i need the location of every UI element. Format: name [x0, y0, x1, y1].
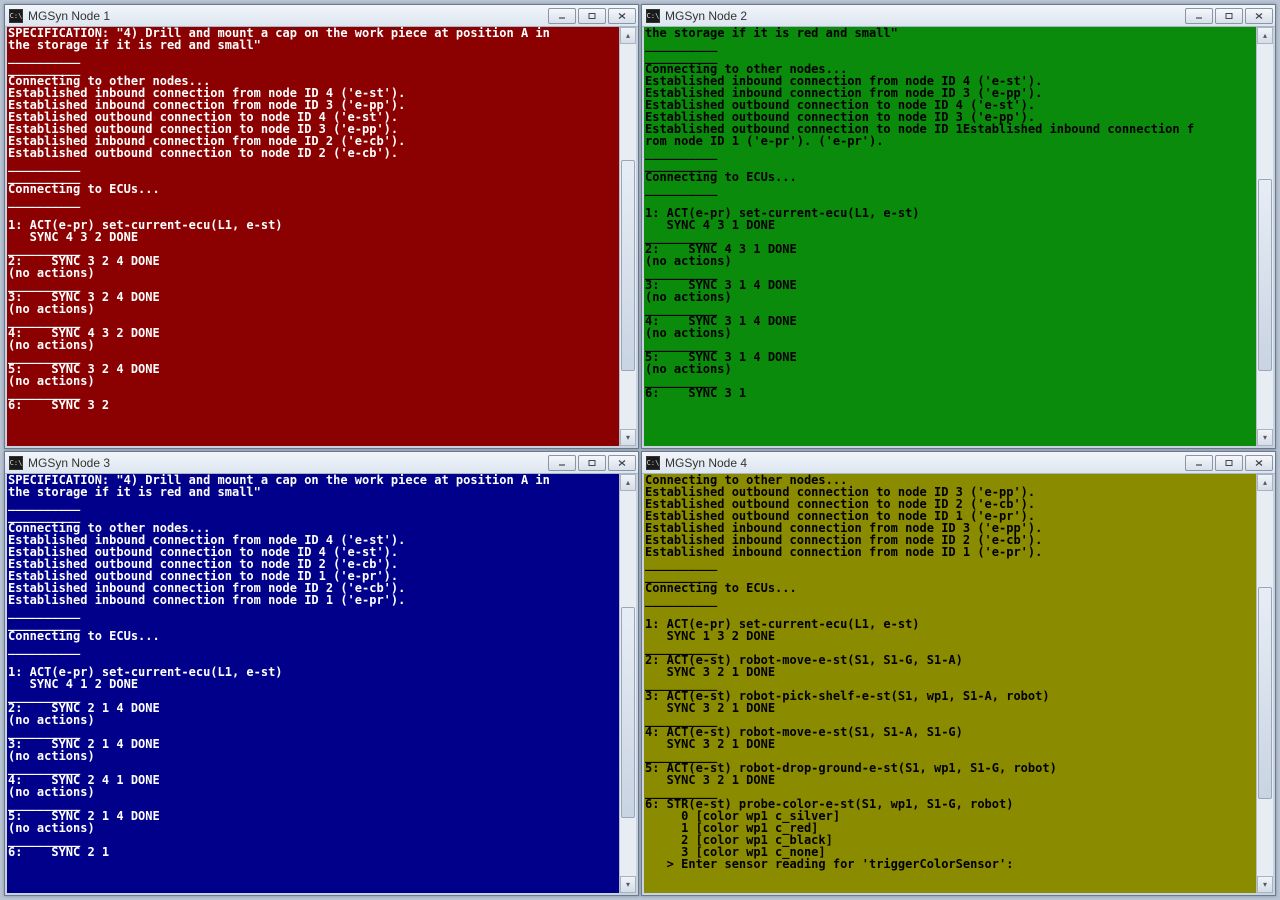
terminal-body: SPECIFICATION: "4) Drill and mount a cap…	[5, 27, 638, 448]
scroll-track[interactable]	[1257, 44, 1273, 429]
terminal-body: SPECIFICATION: "4) Drill and mount a cap…	[5, 474, 638, 895]
terminal-output[interactable]: SPECIFICATION: "4) Drill and mount a cap…	[7, 27, 619, 446]
scroll-thumb[interactable]	[621, 607, 635, 819]
scroll-up-icon[interactable]: ▴	[620, 27, 636, 44]
console-window-1: C:\ MGSyn Node 1 SPECIFICATION: "4) Drill …	[4, 4, 639, 449]
window-controls	[548, 8, 636, 24]
window-title: MGSyn Node 4	[665, 456, 1185, 470]
maximize-button[interactable]	[1215, 8, 1243, 24]
close-button[interactable]	[608, 455, 636, 471]
scroll-up-icon[interactable]: ▴	[1257, 474, 1273, 491]
scroll-down-icon[interactable]: ▾	[620, 429, 636, 446]
titlebar[interactable]: C:\ MGSyn Node 3	[5, 452, 638, 474]
scrollbar[interactable]: ▴▾	[619, 27, 636, 446]
terminal-output[interactable]: Connecting to other nodes... Established…	[644, 474, 1256, 893]
app-icon: C:\	[646, 456, 660, 470]
close-button[interactable]	[608, 8, 636, 24]
titlebar[interactable]: C:\ MGSyn Node 1	[5, 5, 638, 27]
window-controls	[1185, 455, 1273, 471]
terminal-output[interactable]: SPECIFICATION: "4) Drill and mount a cap…	[7, 474, 619, 893]
scrollbar[interactable]: ▴▾	[619, 474, 636, 893]
console-window-2: C:\ MGSyn Node 2 the storage if it is red …	[641, 4, 1276, 449]
titlebar[interactable]: C:\ MGSyn Node 4	[642, 452, 1275, 474]
app-icon: C:\	[646, 9, 660, 23]
window-title: MGSyn Node 1	[28, 9, 548, 23]
scroll-track[interactable]	[620, 491, 636, 876]
maximize-button[interactable]	[578, 455, 606, 471]
terminal-body: the storage if it is red and small" ____…	[642, 27, 1275, 448]
maximize-button[interactable]	[578, 8, 606, 24]
close-button[interactable]	[1245, 8, 1273, 24]
console-window-4: C:\ MGSyn Node 4 Connecting to other nodes…	[641, 451, 1276, 896]
scroll-up-icon[interactable]: ▴	[1257, 27, 1273, 44]
scroll-down-icon[interactable]: ▾	[620, 876, 636, 893]
terminal-output[interactable]: the storage if it is red and small" ____…	[644, 27, 1256, 446]
app-icon: C:\	[9, 9, 23, 23]
scroll-thumb[interactable]	[1258, 179, 1272, 372]
scrollbar[interactable]: ▴▾	[1256, 27, 1273, 446]
minimize-button[interactable]	[1185, 455, 1213, 471]
window-controls	[548, 455, 636, 471]
scrollbar[interactable]: ▴▾	[1256, 474, 1273, 893]
scroll-track[interactable]	[620, 44, 636, 429]
scroll-thumb[interactable]	[621, 160, 635, 372]
console-window-3: C:\ MGSyn Node 3 SPECIFICATION: "4) Drill …	[4, 451, 639, 896]
maximize-button[interactable]	[1215, 455, 1243, 471]
terminal-body: Connecting to other nodes... Established…	[642, 474, 1275, 895]
minimize-button[interactable]	[1185, 8, 1213, 24]
minimize-button[interactable]	[548, 8, 576, 24]
window-controls	[1185, 8, 1273, 24]
close-button[interactable]	[1245, 455, 1273, 471]
scroll-down-icon[interactable]: ▾	[1257, 429, 1273, 446]
window-title: MGSyn Node 2	[665, 9, 1185, 23]
window-title: MGSyn Node 3	[28, 456, 548, 470]
scroll-up-icon[interactable]: ▴	[620, 474, 636, 491]
app-icon: C:\	[9, 456, 23, 470]
scroll-thumb[interactable]	[1258, 587, 1272, 799]
scroll-down-icon[interactable]: ▾	[1257, 876, 1273, 893]
titlebar[interactable]: C:\ MGSyn Node 2	[642, 5, 1275, 27]
scroll-track[interactable]	[1257, 491, 1273, 876]
minimize-button[interactable]	[548, 455, 576, 471]
